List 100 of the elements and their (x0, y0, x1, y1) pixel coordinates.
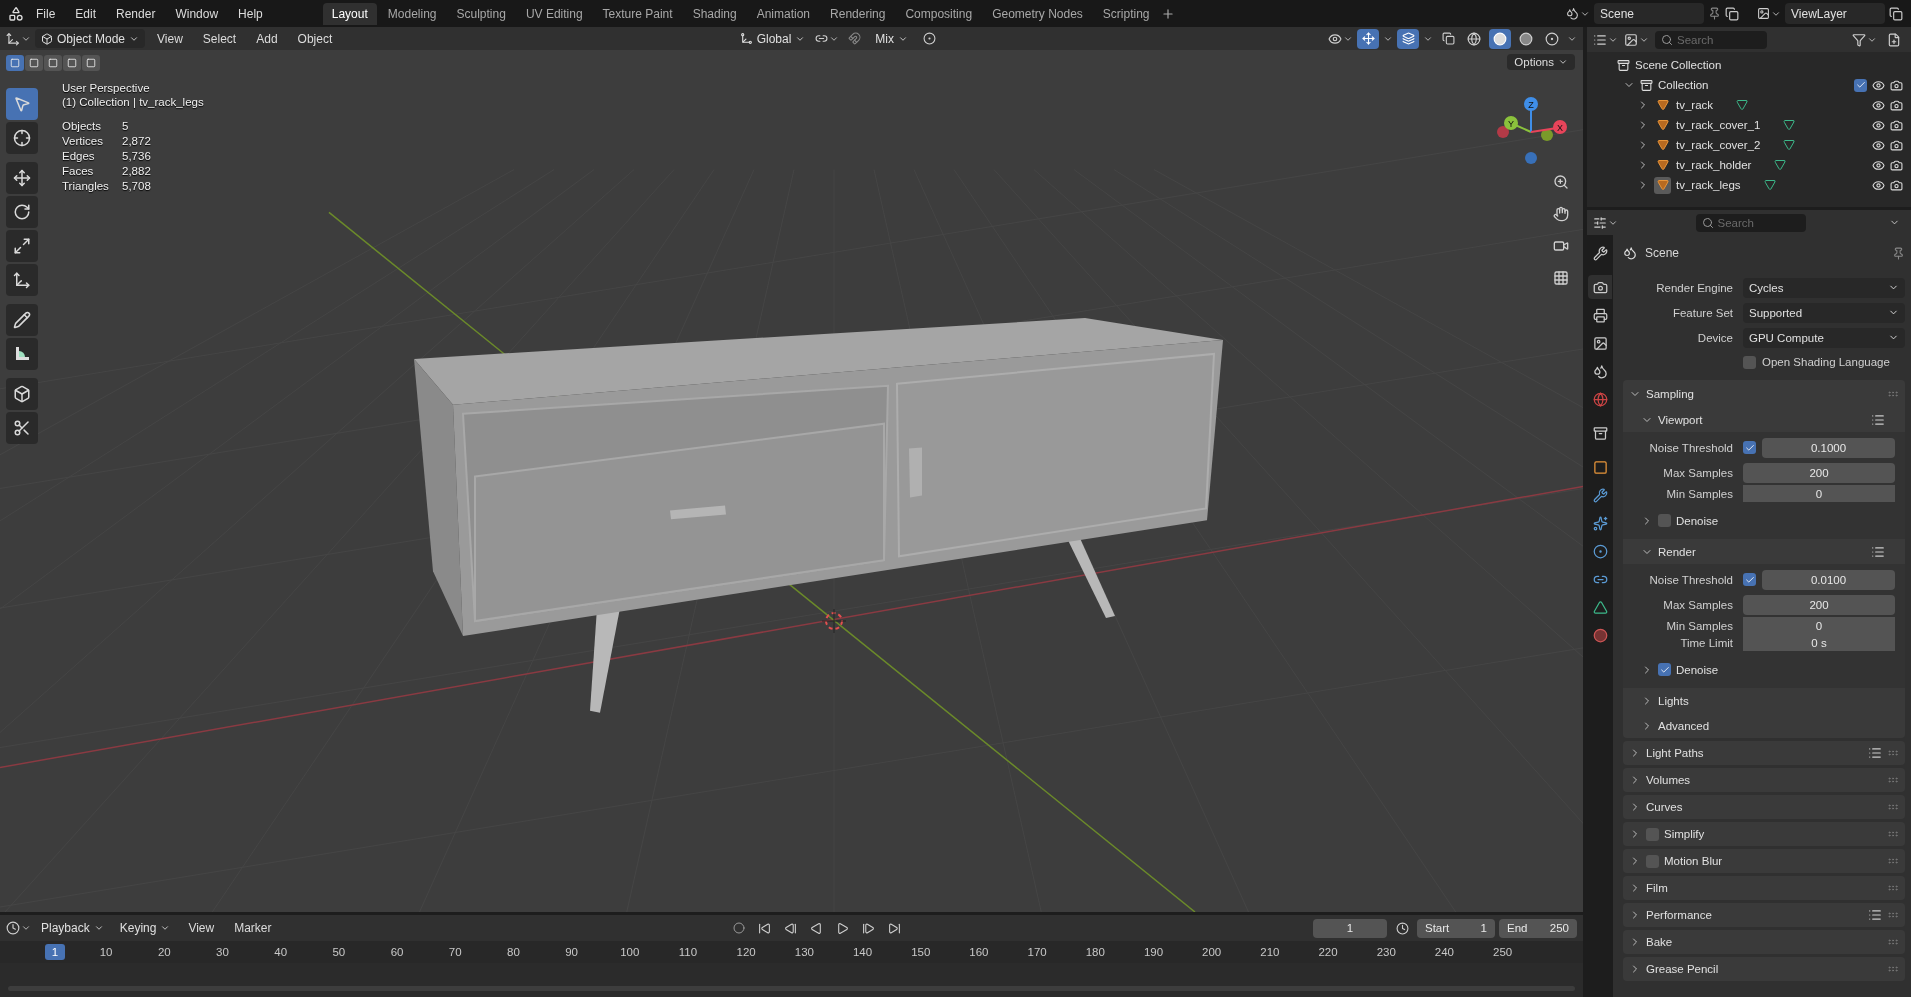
number-field[interactable]: 200 (1743, 594, 1895, 615)
checkbox[interactable] (1854, 78, 1867, 92)
negative-x-axis-icon[interactable] (1497, 126, 1509, 138)
panel-title[interactable]: Grease Pencil (1646, 963, 1719, 975)
scissors-icon[interactable] (6, 412, 38, 444)
add-workspace-icon[interactable] (1160, 6, 1175, 21)
select-box-icon[interactable] (6, 88, 38, 120)
transform-icon[interactable] (6, 264, 38, 296)
copy-icon[interactable] (1889, 6, 1903, 21)
number-field[interactable]: 200 (1743, 462, 1895, 483)
select-field[interactable]: Cycles (1743, 277, 1905, 298)
camera-icon[interactable] (1588, 275, 1612, 299)
subpanel-title[interactable]: Advanced (1658, 719, 1710, 732)
rotate-icon[interactable] (6, 196, 38, 228)
y-axis-handle[interactable]: Y (1504, 116, 1532, 133)
current-frame-field[interactable]: 1 (1313, 918, 1387, 938)
panel-title[interactable]: Volumes (1646, 774, 1691, 786)
selection-mode-icon[interactable] (63, 55, 81, 71)
mesh-data-icon[interactable] (1763, 179, 1776, 191)
drag-handle-icon[interactable] (1887, 855, 1899, 867)
panel-title[interactable]: Bake (1646, 936, 1673, 948)
outliner-item[interactable]: tv_rack_cover_2 (1676, 139, 1761, 151)
menu-item[interactable]: File (28, 3, 64, 24)
camera-icon[interactable] (1890, 138, 1903, 152)
panel-title[interactable]: Performance (1646, 909, 1712, 921)
presets-icon[interactable] (1868, 908, 1882, 922)
subpanel-title[interactable]: Lights (1658, 694, 1689, 707)
number-field[interactable]: 0.0100 (1762, 569, 1895, 590)
selection-mode-icon[interactable] (25, 55, 43, 71)
drag-handle-icon[interactable] (1887, 963, 1899, 975)
gizmo-toggle-icon[interactable] (1357, 28, 1379, 49)
search-field[interactable]: Search (1655, 30, 1767, 49)
workspace-tab[interactable]: Layout (322, 2, 377, 25)
outliner-item[interactable]: Collection (1658, 79, 1709, 91)
number-field[interactable]: 0 (1743, 617, 1895, 634)
camera-icon[interactable] (1890, 98, 1903, 112)
snap-dropdown[interactable]: Mix (869, 29, 914, 48)
z-axis-handle[interactable]: Z (1524, 97, 1538, 133)
drag-handle-icon[interactable] (1887, 828, 1899, 840)
workspace-tab[interactable]: Compositing (896, 2, 982, 25)
search-field[interactable]: Search (1695, 213, 1806, 232)
outliner-item[interactable]: Scene Collection (1635, 59, 1722, 71)
number-field[interactable]: 0.1000 (1762, 437, 1895, 458)
mode-dropdown[interactable]: Object Mode (35, 29, 146, 48)
copy-icon[interactable] (1725, 6, 1739, 21)
scene-field[interactable]: Scene (1594, 3, 1704, 24)
subpanel-title[interactable]: Viewport (1658, 413, 1703, 426)
workspace-tab[interactable]: Geometry Nodes (983, 2, 1092, 25)
panel-title[interactable]: Light Paths (1646, 747, 1704, 759)
subpanel-title[interactable]: Denoise (1676, 663, 1719, 676)
panel-title[interactable]: Film (1646, 882, 1668, 894)
menu-dropdown[interactable]: Keying (113, 918, 177, 938)
pencil-icon[interactable] (6, 304, 38, 336)
scale-icon[interactable] (6, 230, 38, 262)
menu-dropdown[interactable]: Playback (35, 918, 110, 938)
drag-handle-icon[interactable] (1887, 936, 1899, 948)
menu-item[interactable]: Add (248, 28, 286, 49)
menu-item[interactable]: Render (108, 3, 164, 24)
eye-icon[interactable] (1872, 158, 1885, 172)
eye-icon[interactable] (1872, 78, 1885, 92)
mesh-data-icon[interactable] (1774, 159, 1787, 171)
overlay-toggle-icon[interactable] (1397, 28, 1419, 49)
menu-item[interactable]: Select (194, 28, 245, 49)
select-field[interactable]: Supported (1743, 302, 1905, 323)
number-field[interactable]: 0 (1743, 485, 1895, 502)
drag-handle-icon[interactable] (1887, 801, 1899, 813)
start-frame-field[interactable]: Start 1 (1417, 918, 1495, 938)
current-frame-marker[interactable]: 1 (45, 944, 65, 960)
mesh-data-icon[interactable] (1736, 99, 1749, 111)
eye-icon[interactable] (1872, 178, 1885, 192)
checkbox[interactable] (1646, 827, 1659, 841)
menu-item[interactable]: Edit (67, 3, 105, 24)
app-logo-icon[interactable] (8, 5, 24, 22)
subpanel-title[interactable]: Denoise (1676, 514, 1719, 527)
selection-mode-icon[interactable] (6, 55, 24, 71)
presets-icon[interactable] (1871, 412, 1885, 427)
menu-item[interactable]: View (149, 28, 191, 49)
camera-icon[interactable] (1890, 78, 1903, 92)
menu-item[interactable]: Marker (226, 918, 280, 938)
camera-icon[interactable] (1890, 158, 1903, 172)
end-frame-field[interactable]: End 250 (1499, 918, 1577, 938)
move-icon[interactable] (6, 162, 38, 194)
negative-y-axis-icon[interactable] (1541, 129, 1553, 141)
menu-item[interactable]: Help (230, 3, 271, 24)
workspace-tab[interactable]: Scripting (1093, 2, 1159, 25)
workspace-tab[interactable]: Sculpting (447, 2, 515, 25)
x-axis-handle[interactable]: X (1530, 120, 1567, 134)
workspace-tab[interactable]: UV Editing (516, 2, 592, 25)
panel-title[interactable]: Curves (1646, 801, 1683, 813)
outliner-item[interactable]: tv_rack_holder (1676, 159, 1752, 171)
pin-icon[interactable] (1708, 7, 1721, 20)
drag-handle-icon[interactable] (1887, 909, 1899, 921)
checkbox[interactable] (1743, 441, 1756, 454)
workspace-tab[interactable]: Shading (683, 2, 746, 25)
cube-icon[interactable] (6, 378, 38, 410)
number-field[interactable]: 0 s (1743, 634, 1895, 651)
mesh-data-icon[interactable] (1783, 139, 1796, 151)
selection-mode-icon[interactable] (44, 55, 62, 71)
presets-icon[interactable] (1868, 746, 1882, 760)
pin-icon[interactable] (1892, 246, 1905, 260)
